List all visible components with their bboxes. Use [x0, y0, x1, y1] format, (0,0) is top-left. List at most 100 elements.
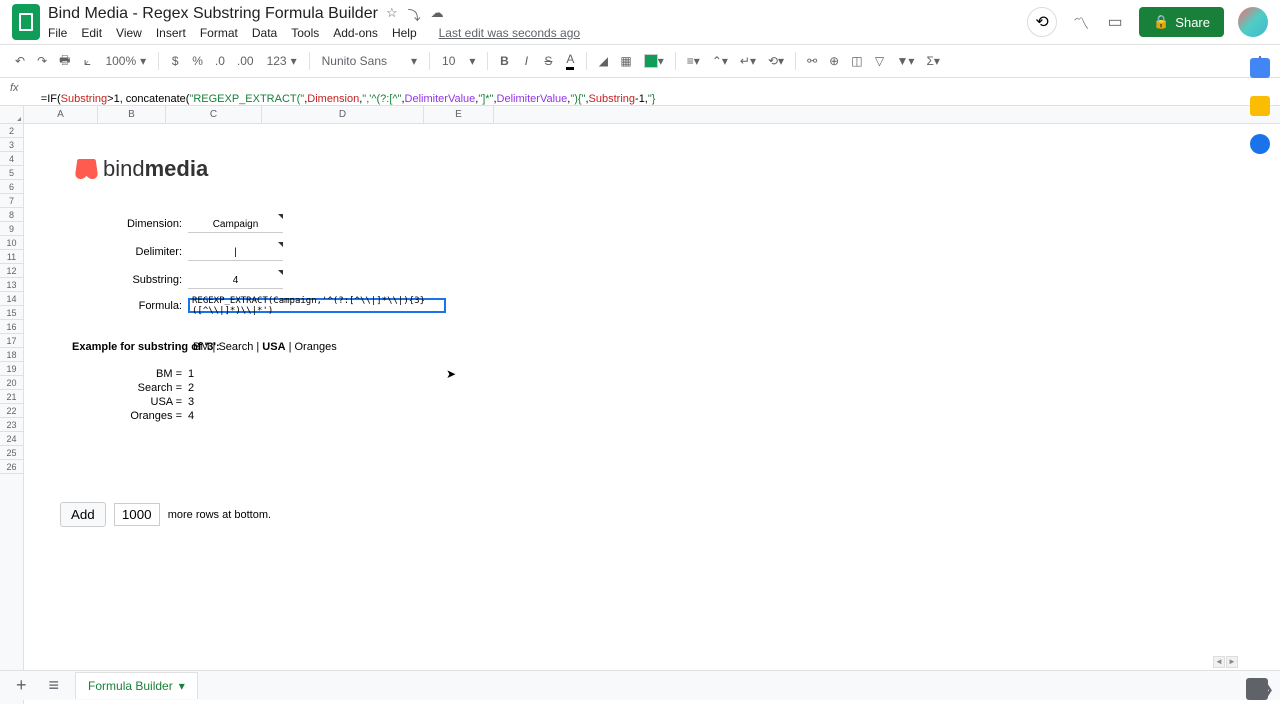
row-header[interactable]: 23 — [0, 418, 23, 432]
row-header[interactable]: 10 — [0, 236, 23, 250]
row-header[interactable]: 5 — [0, 166, 23, 180]
wrap-button[interactable]: ↵▾ — [735, 50, 761, 72]
row-header[interactable]: 2 — [0, 124, 23, 138]
substring-input[interactable] — [188, 273, 283, 288]
history-icon[interactable]: ⟲ — [1027, 7, 1057, 37]
last-edit-link[interactable]: Last edit was seconds ago — [439, 26, 580, 40]
col-d[interactable]: D — [262, 106, 424, 123]
add-rows-button[interactable]: Add — [60, 502, 106, 527]
tasks-icon[interactable] — [1250, 134, 1270, 154]
row-header[interactable]: 19 — [0, 362, 23, 376]
fill-color-button[interactable]: ◢ — [593, 50, 613, 72]
row-header[interactable]: 24 — [0, 432, 23, 446]
valign-button[interactable]: ⌃▾ — [707, 50, 733, 72]
row-header[interactable]: 22 — [0, 404, 23, 418]
menu-data[interactable]: Data — [252, 26, 277, 40]
row-header[interactable]: 25 — [0, 446, 23, 460]
comment-icon[interactable]: ▭ — [1105, 12, 1125, 32]
row-header[interactable]: 12 — [0, 264, 23, 278]
dec-decrease-button[interactable]: .0 — [210, 50, 230, 72]
row-header[interactable]: 11 — [0, 250, 23, 264]
font-size-select[interactable]: 10▾ — [436, 52, 481, 70]
row-header[interactable]: 18 — [0, 348, 23, 362]
menu-edit[interactable]: Edit — [81, 26, 102, 40]
text-color-button[interactable]: A — [560, 48, 580, 74]
formula-output[interactable]: REGEXP_EXTRACT(Campaign,'^(?:[^\\|]*\\|)… — [188, 298, 446, 313]
delimiter-input[interactable] — [188, 245, 283, 260]
borders-button[interactable]: ▦ — [615, 50, 636, 72]
sheet-tab[interactable]: Formula Builder ▾ — [75, 672, 198, 699]
row-header[interactable]: 16 — [0, 320, 23, 334]
menu-format[interactable]: Format — [200, 26, 238, 40]
halign-button[interactable]: ≡▾ — [682, 50, 705, 72]
dec-increase-button[interactable]: .00 — [232, 50, 259, 72]
document-title[interactable]: Bind Media - Regex Substring Formula Bui… — [48, 5, 378, 23]
activity-icon[interactable]: 〽 — [1071, 12, 1091, 32]
row-header[interactable]: 15 — [0, 306, 23, 320]
number-format-select[interactable]: 123▾ — [261, 52, 303, 70]
sheet-tab-menu-icon[interactable]: ▾ — [179, 679, 185, 693]
scroll-right-button[interactable]: ► — [1226, 656, 1238, 668]
keep-icon[interactable] — [1250, 96, 1270, 116]
row-header[interactable]: 14 — [0, 292, 23, 306]
print-button[interactable]: 🖶 — [54, 47, 75, 76]
functions-button[interactable]: Σ▾ — [921, 50, 944, 72]
row-header[interactable]: 8 — [0, 208, 23, 222]
col-e[interactable]: E — [424, 106, 494, 123]
row-header[interactable]: 20 — [0, 376, 23, 390]
italic-button[interactable]: I — [516, 50, 536, 72]
row-header[interactable]: 4 — [0, 152, 23, 166]
row-header[interactable]: 7 — [0, 194, 23, 208]
star-icon[interactable]: ☆ — [386, 5, 398, 24]
calendar-icon[interactable] — [1250, 58, 1270, 78]
share-button[interactable]: 🔒 Share — [1139, 7, 1224, 37]
chart-button[interactable]: ◫ — [846, 50, 867, 72]
merge-button[interactable]: ▾ — [639, 50, 669, 72]
rotate-button[interactable]: ⟲▾ — [763, 50, 789, 72]
col-c[interactable]: C — [166, 106, 262, 123]
row-header[interactable]: 9 — [0, 222, 23, 236]
cloud-icon[interactable]: ☁ — [431, 5, 444, 24]
menu-help[interactable]: Help — [392, 26, 417, 40]
link-button[interactable]: ⚯ — [802, 50, 822, 72]
all-sheets-button[interactable]: ≡ — [43, 675, 66, 696]
row-header[interactable]: 3 — [0, 138, 23, 152]
delimiter-label: Delimiter: — [48, 246, 188, 258]
currency-button[interactable]: $ — [165, 50, 185, 72]
sheet-tab-label: Formula Builder — [88, 679, 173, 693]
row-header[interactable]: 26 — [0, 460, 23, 474]
sheets-logo-icon[interactable] — [12, 4, 40, 40]
row-header[interactable]: 13 — [0, 278, 23, 292]
add-sheet-button[interactable]: + — [10, 675, 33, 696]
col-b[interactable]: B — [98, 106, 166, 123]
undo-button[interactable]: ↶ — [10, 50, 30, 72]
side-panel-toggle[interactable]: ❯ — [1256, 681, 1280, 698]
comment-button[interactable]: ⊕ — [824, 50, 844, 72]
move-icon[interactable]: ⤵ — [408, 5, 421, 24]
dimension-input[interactable] — [188, 217, 283, 232]
formula-bar[interactable]: fx =IF(Substring>1, concatenate("REGEXP_… — [0, 78, 1280, 106]
filter-button[interactable]: ▽ — [870, 50, 890, 72]
row-header[interactable]: 6 — [0, 180, 23, 194]
filter-views-button[interactable]: ▼▾ — [892, 50, 920, 72]
font-select[interactable]: Nunito Sans▾ — [316, 52, 423, 70]
paint-format-button[interactable]: ⟀ — [77, 50, 97, 73]
scroll-left-button[interactable]: ◄ — [1213, 656, 1225, 668]
menu-insert[interactable]: Insert — [156, 26, 186, 40]
strikethrough-button[interactable]: S — [538, 50, 558, 72]
row-header[interactable]: 21 — [0, 390, 23, 404]
percent-button[interactable]: % — [187, 50, 208, 72]
avatar[interactable] — [1238, 7, 1268, 37]
grid-body[interactable]: bindmedia Dimension: Delimiter: Substrin… — [24, 124, 1280, 704]
select-all-corner[interactable] — [0, 106, 24, 124]
menu-addons[interactable]: Add-ons — [333, 26, 378, 40]
menu-file[interactable]: File — [48, 26, 67, 40]
redo-button[interactable]: ↷ — [32, 50, 52, 72]
row-header[interactable]: 17 — [0, 334, 23, 348]
add-rows-input[interactable] — [114, 503, 160, 526]
menu-tools[interactable]: Tools — [291, 26, 319, 40]
menu-view[interactable]: View — [116, 26, 142, 40]
bold-button[interactable]: B — [494, 50, 514, 72]
zoom-select[interactable]: 100%▾ — [99, 52, 152, 70]
col-a[interactable]: A — [24, 106, 98, 123]
